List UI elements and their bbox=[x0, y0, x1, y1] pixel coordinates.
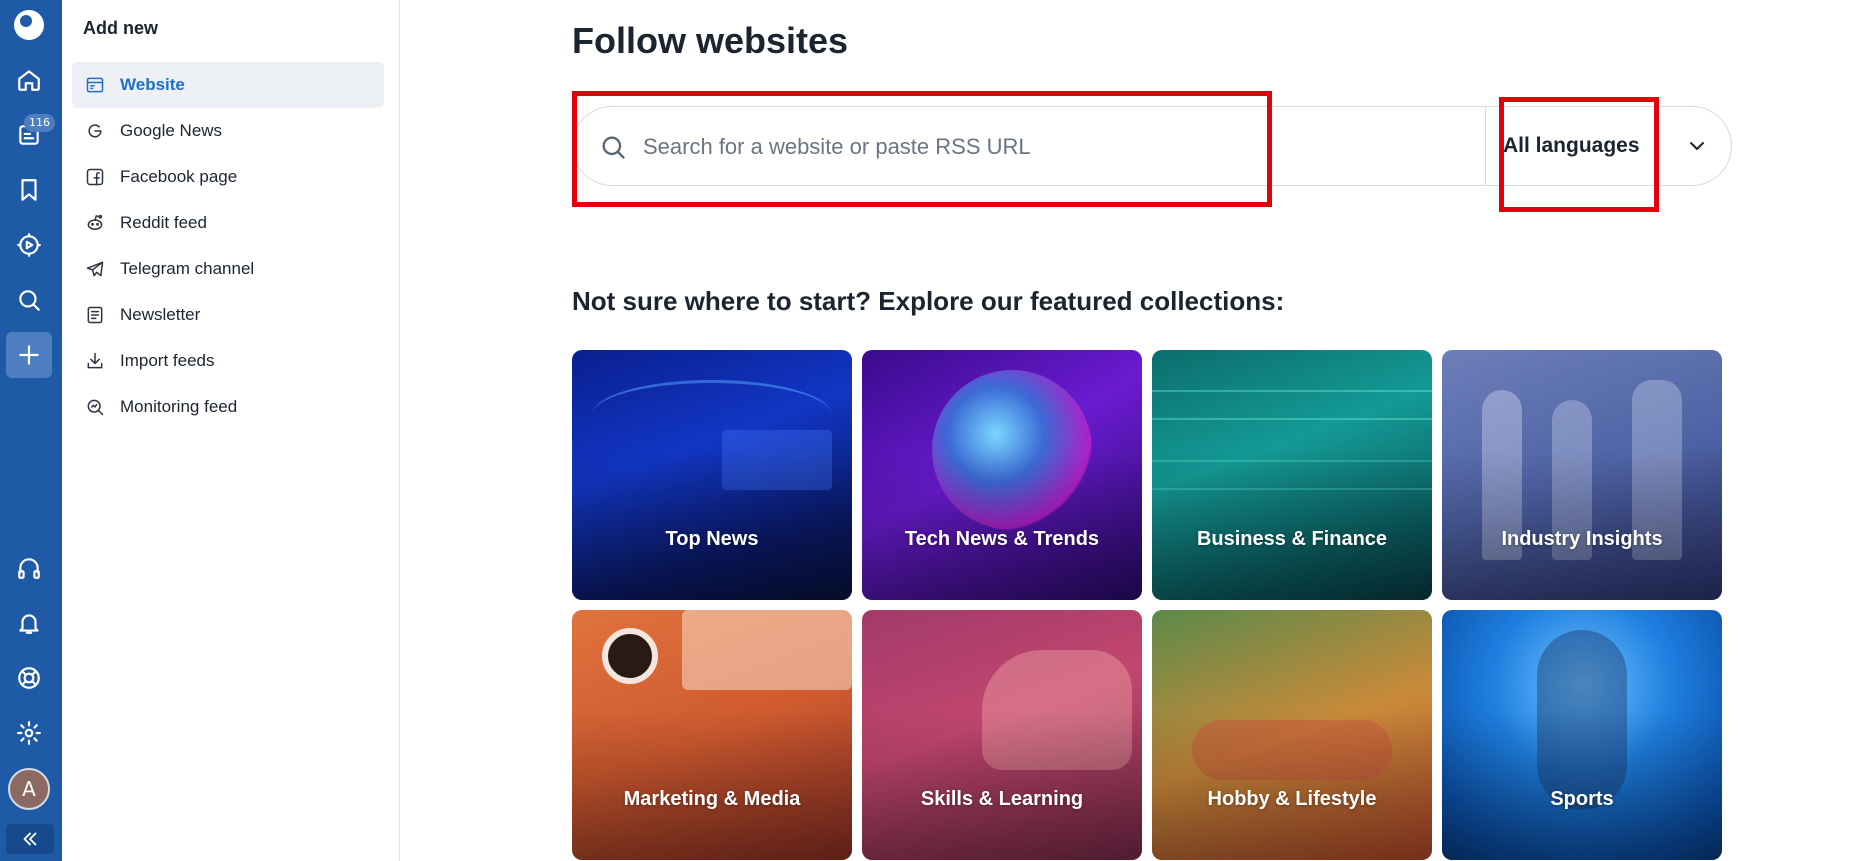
swimmer-decoration bbox=[1537, 630, 1627, 810]
keyboard-decoration bbox=[682, 610, 852, 690]
add-new-sidebar: Add new Website Google News Facebook pag… bbox=[62, 0, 400, 861]
coffee-cup-decoration bbox=[602, 628, 658, 684]
bell-icon[interactable] bbox=[6, 600, 52, 646]
search-icon[interactable] bbox=[6, 277, 52, 323]
collection-label: Top News bbox=[665, 528, 759, 550]
avatar[interactable]: A bbox=[8, 768, 50, 810]
main-content: Follow websites All languages Not sure w… bbox=[400, 0, 1852, 861]
sidebar-title: Add new bbox=[83, 18, 158, 38]
cutting-board-decoration bbox=[1192, 720, 1392, 780]
play-icon[interactable] bbox=[6, 222, 52, 268]
icon-rail: 116 A bbox=[0, 0, 62, 861]
collection-card-sports[interactable]: Sports bbox=[1442, 610, 1722, 860]
newsletter-icon bbox=[84, 304, 106, 326]
sidebar-item-newsletter[interactable]: Newsletter bbox=[72, 292, 384, 338]
sidebar-item-label: Google News bbox=[120, 121, 223, 140]
sidebar-item-google-news[interactable]: Google News bbox=[72, 108, 384, 154]
sidebar-item-label: Reddit feed bbox=[120, 213, 207, 232]
import-icon bbox=[84, 350, 106, 372]
hand-decoration bbox=[982, 650, 1132, 770]
collection-label: Marketing & Media bbox=[623, 788, 801, 810]
collection-label: Tech News & Trends bbox=[904, 528, 1100, 550]
ticker-decoration bbox=[1152, 460, 1432, 490]
collections-title: Not sure where to start? Explore our fea… bbox=[572, 286, 1285, 316]
logo-icon[interactable] bbox=[14, 10, 44, 40]
collection-card-business-finance[interactable]: Business & Finance bbox=[1152, 350, 1432, 600]
search-highlight-box bbox=[572, 91, 1272, 207]
collection-card-top-news[interactable]: Top News bbox=[572, 350, 852, 600]
ticker-decoration bbox=[1152, 390, 1432, 420]
collection-label: Hobby & Lifestyle bbox=[1207, 788, 1377, 810]
collection-card-marketing-media[interactable]: Marketing & Media bbox=[572, 610, 852, 860]
divider bbox=[1485, 107, 1486, 185]
sidebar-item-label: Newsletter bbox=[120, 305, 201, 324]
sidebar-item-label: Monitoring feed bbox=[120, 397, 238, 416]
monitoring-icon bbox=[84, 396, 106, 418]
website-icon bbox=[84, 74, 106, 96]
globe-decoration bbox=[932, 370, 1092, 530]
chevron-down-icon bbox=[1685, 134, 1709, 158]
sidebar-item-import-feeds[interactable]: Import feeds bbox=[72, 338, 384, 384]
settings-icon[interactable] bbox=[6, 710, 52, 756]
sidebar-item-label: Import feeds bbox=[120, 351, 215, 370]
sidebar-item-facebook-page[interactable]: Facebook page bbox=[72, 154, 384, 200]
facebook-icon bbox=[84, 166, 106, 188]
sidebar-item-reddit-feed[interactable]: Reddit feed bbox=[72, 200, 384, 246]
sidebar-item-monitoring-feed[interactable]: Monitoring feed bbox=[72, 384, 384, 430]
collapse-icon[interactable] bbox=[6, 824, 54, 854]
collection-label: Industry Insights bbox=[1501, 528, 1663, 550]
add-new-menu: Website Google News Facebook page Reddit… bbox=[72, 62, 384, 430]
sidebar-item-label: Facebook page bbox=[120, 167, 238, 186]
sidebar-item-telegram-channel[interactable]: Telegram channel bbox=[72, 246, 384, 292]
bookmark-icon[interactable] bbox=[6, 167, 52, 213]
sidebar-item-label: Website bbox=[120, 75, 185, 94]
language-highlight-box bbox=[1499, 97, 1659, 212]
home-icon[interactable] bbox=[6, 57, 52, 103]
help-icon[interactable] bbox=[6, 655, 52, 701]
collection-label: Skills & Learning bbox=[920, 788, 1084, 810]
sidebar-item-website[interactable]: Website bbox=[72, 62, 384, 108]
google-icon bbox=[84, 120, 106, 142]
collection-card-skills-learning[interactable]: Skills & Learning bbox=[862, 610, 1142, 860]
reddit-icon bbox=[84, 212, 106, 234]
headset-icon[interactable] bbox=[6, 545, 52, 591]
collection-card-industry-insights[interactable]: Industry Insights bbox=[1442, 350, 1722, 600]
collection-card-tech-news[interactable]: Tech News & Trends bbox=[862, 350, 1142, 600]
collection-card-hobby-lifestyle[interactable]: Hobby & Lifestyle bbox=[1152, 610, 1432, 860]
page-title: Follow websites bbox=[572, 20, 849, 61]
telegram-icon bbox=[84, 258, 106, 280]
collections-grid: Top News Tech News & Trends Business & F… bbox=[572, 350, 1724, 860]
unread-count-badge: 116 bbox=[24, 114, 55, 132]
add-icon[interactable] bbox=[6, 332, 52, 378]
collection-label: Sports bbox=[1550, 788, 1614, 810]
screen-decoration bbox=[722, 430, 832, 490]
sidebar-item-label: Telegram channel bbox=[120, 259, 255, 278]
collection-label: Business & Finance bbox=[1196, 528, 1388, 550]
